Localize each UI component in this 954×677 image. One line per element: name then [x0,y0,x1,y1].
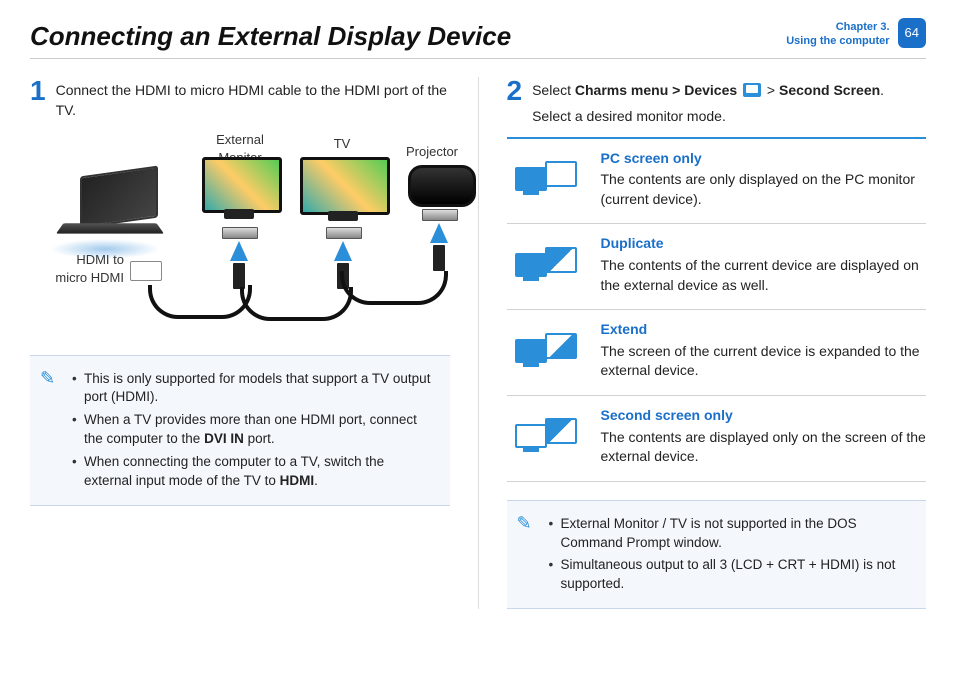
mode-icon-second-only [507,406,587,467]
mode-text: PC screen only The contents are only dis… [601,149,927,210]
note-2-list: External Monitor / TV is not supported i… [549,515,913,595]
mode-desc: The screen of the current device is expa… [601,343,920,379]
hdmi-adapter-icon [130,261,162,281]
mode-row-second-only: Second screen only The contents are disp… [507,396,927,482]
mode-title: Second screen only [601,406,927,426]
right-column: 2 Select Charms menu > Devices > Second … [507,77,927,609]
mode-icon-duplicate [507,234,587,295]
note-text: External Monitor / TV is not supported i… [561,516,857,550]
hdmi-plug-icon [433,245,445,271]
note-item: When a TV provides more than one HDMI po… [72,411,436,449]
tv-stand-icon [328,211,358,221]
hdmi-port-icon [422,209,458,221]
note-text: port. [244,431,275,446]
left-column: 1 Connect the HDMI to micro HDMI cable t… [30,77,450,609]
note-1-list: This is only supported for models that s… [72,370,436,491]
chapter-line2: Using the computer [786,34,889,48]
step-1: 1 Connect the HDMI to micro HDMI cable t… [30,77,450,120]
step-1-text: Connect the HDMI to micro HDMI cable to … [56,77,450,120]
content-columns: 1 Connect the HDMI to micro HDMI cable t… [30,77,926,609]
cable-icon [240,287,353,321]
mode-desc: The contents of the current device are d… [601,257,919,293]
note-bold: DVI IN [204,431,244,446]
note-item: This is only supported for models that s… [72,370,436,408]
note-icon: ✎ [517,511,532,536]
note-item: External Monitor / TV is not supported i… [549,515,913,553]
mode-icon-extend [507,320,587,381]
arrow-up-icon [334,241,352,261]
mode-text: Duplicate The contents of the current de… [601,234,927,295]
step-2-line2: Select a desired monitor mode. [532,107,926,127]
arrow-up-icon [230,241,248,261]
note-text: This is only supported for models that s… [84,371,430,405]
laptop-icon [50,171,170,241]
arrow-up-icon [430,223,448,243]
mode-desc: The contents are displayed only on the s… [601,429,926,465]
note-box-2: ✎ External Monitor / TV is not supported… [507,500,927,610]
note-box-1: ✎ This is only supported for models that… [30,355,450,506]
mode-title: Duplicate [601,234,927,254]
step2-mid: > [763,82,779,98]
header-right: Chapter 3. Using the computer 64 [786,18,926,49]
column-divider [478,77,479,609]
monitor-stand-icon [224,209,254,219]
page-title: Connecting an External Display Device [30,18,786,54]
step-2-number: 2 [507,77,523,126]
mode-row-extend: Extend The screen of the current device … [507,310,927,396]
page-header: Connecting an External Display Device Ch… [30,18,926,59]
cable-icon [340,271,448,305]
cable-icon [148,285,252,319]
mode-text: Extend The screen of the current device … [601,320,927,381]
step2-bold1: Charms menu > Devices [575,82,737,98]
step-1-number: 1 [30,77,46,120]
hdmi-port-icon [326,227,362,239]
mode-row-duplicate: Duplicate The contents of the current de… [507,224,927,310]
mode-row-pc-only: PC screen only The contents are only dis… [507,139,927,225]
note-item: Simultaneous output to all 3 (LCD + CRT … [549,556,913,594]
external-monitor-icon [202,157,282,213]
page-number-badge: 64 [898,18,926,48]
connection-diagram: External Monitor TV Projector HDMI to mi… [30,131,450,341]
mode-title: Extend [601,320,927,340]
step2-bold2: Second Screen [779,82,880,98]
step-2-line1: Select Charms menu > Devices > Second Sc… [532,81,926,101]
chapter-line1: Chapter 3. [786,20,889,34]
diagram-label-projector: Projector [402,143,462,161]
note-text: Simultaneous output to all 3 (LCD + CRT … [561,557,896,591]
mode-title: PC screen only [601,149,927,169]
monitor-mode-table: PC screen only The contents are only dis… [507,137,927,482]
step2-pre: Select [532,82,575,98]
chapter-label: Chapter 3. Using the computer [786,18,889,49]
mode-text: Second screen only The contents are disp… [601,406,927,467]
note-icon: ✎ [40,366,55,391]
hdmi-port-icon [222,227,258,239]
document-page: Connecting an External Display Device Ch… [0,0,954,629]
note-bold: HDMI [280,473,315,488]
note-text: . [314,473,318,488]
mode-desc: The contents are only displayed on the P… [601,171,915,207]
devices-icon [743,83,761,97]
step-2-text: Select Charms menu > Devices > Second Sc… [532,77,926,126]
diagram-label-tv: TV [322,135,362,153]
laptop-shadow [50,239,160,259]
note-item: When connecting the computer to a TV, sw… [72,453,436,491]
projector-icon [408,165,476,207]
mode-icon-pc-only [507,149,587,210]
step2-post: . [880,82,884,98]
note-text: When connecting the computer to a TV, sw… [84,454,384,488]
step-2: 2 Select Charms menu > Devices > Second … [507,77,927,126]
tv-icon [300,157,390,215]
